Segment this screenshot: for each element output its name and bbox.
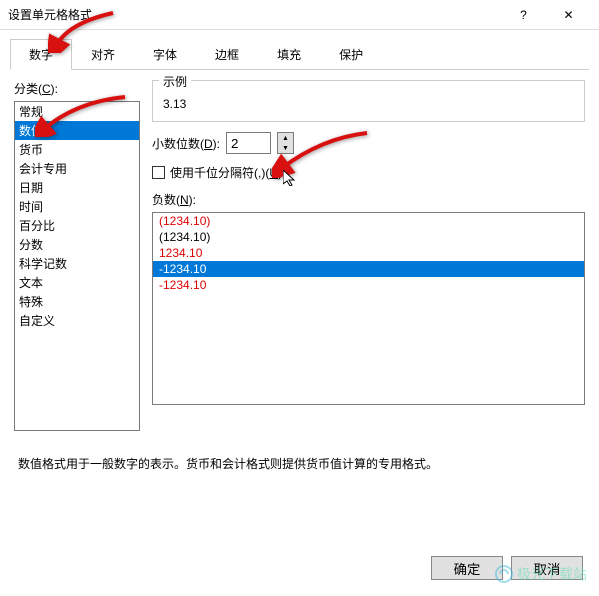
thousands-separator-row: 使用千位分隔符(,)(U): [152, 164, 585, 181]
close-button[interactable]: ✕: [546, 0, 591, 30]
negative-item[interactable]: (1234.10): [153, 229, 584, 245]
tab-protection[interactable]: 保护: [320, 39, 382, 70]
tab-border[interactable]: 边框: [196, 39, 258, 70]
tab-number[interactable]: 数字: [10, 39, 72, 70]
category-item-general[interactable]: 常规: [15, 102, 139, 121]
options-column: 示例 3.13 小数位数(D): ▲ ▼ 使用千位分隔符(,)(U) 负数(N)…: [152, 80, 585, 431]
format-description: 数值格式用于一般数字的表示。货币和会计格式则提供货币值计算的专用格式。: [18, 455, 581, 472]
negative-item[interactable]: -1234.10: [153, 277, 584, 293]
decimal-places-input[interactable]: [226, 132, 271, 154]
category-item-scientific[interactable]: 科学记数: [15, 254, 139, 273]
tab-fill[interactable]: 填充: [258, 39, 320, 70]
negative-item[interactable]: (1234.10): [153, 213, 584, 229]
example-label: 示例: [159, 73, 191, 90]
category-item-percentage[interactable]: 百分比: [15, 216, 139, 235]
decimal-places-row: 小数位数(D): ▲ ▼: [152, 132, 585, 154]
window-title: 设置单元格格式: [8, 6, 501, 23]
category-item-accounting[interactable]: 会计专用: [15, 159, 139, 178]
watermark: 极光下载站: [495, 564, 587, 584]
thousands-separator-label: 使用千位分隔符(,)(U): [170, 164, 282, 181]
negative-listbox[interactable]: (1234.10) (1234.10) 1234.10 -1234.10 -12…: [152, 212, 585, 405]
category-item-time[interactable]: 时间: [15, 197, 139, 216]
ok-button[interactable]: 确定: [431, 556, 503, 580]
example-value: 3.13: [163, 97, 574, 111]
tab-font[interactable]: 字体: [134, 39, 196, 70]
titlebar: 设置单元格格式 ? ✕: [0, 0, 599, 30]
negative-label: 负数(N):: [152, 191, 585, 208]
help-button[interactable]: ?: [501, 0, 546, 30]
negative-item[interactable]: -1234.10: [153, 261, 584, 277]
category-item-special[interactable]: 特殊: [15, 292, 139, 311]
category-item-number[interactable]: 数值: [15, 121, 139, 140]
decimal-spinner: ▲ ▼: [277, 132, 294, 154]
category-item-text[interactable]: 文本: [15, 273, 139, 292]
decimal-places-label: 小数位数(D):: [152, 135, 220, 152]
tab-strip: 数字 对齐 字体 边框 填充 保护: [10, 38, 589, 70]
category-item-date[interactable]: 日期: [15, 178, 139, 197]
category-column: 分类(C): 常规 数值 货币 会计专用 日期 时间 百分比 分数 科学记数 文…: [14, 80, 140, 431]
tab-alignment[interactable]: 对齐: [72, 39, 134, 70]
thousands-separator-checkbox[interactable]: [152, 166, 165, 179]
negative-item[interactable]: 1234.10: [153, 245, 584, 261]
category-listbox[interactable]: 常规 数值 货币 会计专用 日期 时间 百分比 分数 科学记数 文本 特殊 自定…: [14, 101, 140, 431]
category-label: 分类(C):: [14, 80, 140, 97]
category-item-custom[interactable]: 自定义: [15, 311, 139, 330]
category-item-fraction[interactable]: 分数: [15, 235, 139, 254]
watermark-icon: [495, 565, 513, 583]
category-item-currency[interactable]: 货币: [15, 140, 139, 159]
spin-down-button[interactable]: ▼: [278, 143, 293, 153]
example-box: 示例 3.13: [152, 80, 585, 122]
spin-up-button[interactable]: ▲: [278, 133, 293, 143]
content-area: 分类(C): 常规 数值 货币 会计专用 日期 时间 百分比 分数 科学记数 文…: [0, 70, 599, 441]
